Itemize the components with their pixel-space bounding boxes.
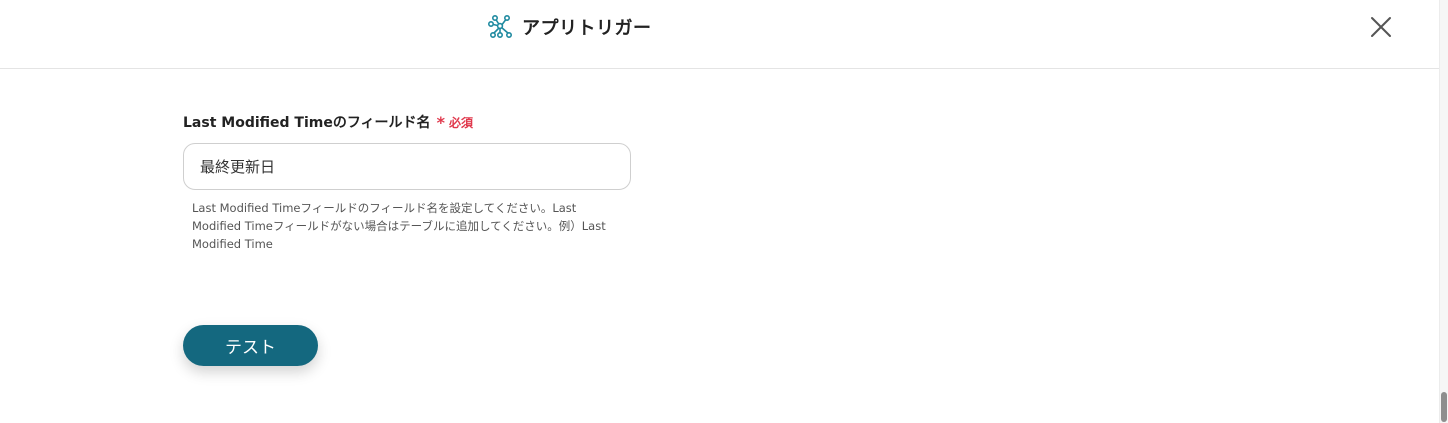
modal-header: アプリトリガー	[0, 0, 1439, 69]
field-help-text: Last Modified Timeフィールドのフィールド名を設定してください。…	[192, 201, 606, 251]
test-button[interactable]: テスト	[183, 325, 318, 366]
app-trigger-icon	[488, 14, 512, 38]
header-title: アプリトリガー	[522, 18, 652, 39]
modal-page: アプリトリガー Last Modified Timeのフィールド名 * 必須 L…	[0, 0, 1448, 423]
close-button[interactable]	[1367, 13, 1395, 41]
scrollbar-track[interactable]	[1439, 0, 1448, 423]
scrollbar-thumb[interactable]	[1441, 392, 1447, 422]
required-asterisk: *	[436, 112, 445, 132]
close-icon	[1371, 17, 1391, 37]
header-title-group: アプリトリガー	[488, 13, 652, 41]
field-label-row: Last Modified Timeのフィールド名 * 必須	[183, 112, 473, 132]
field-label: Last Modified Timeのフィールド名	[183, 115, 431, 131]
field-name-input[interactable]	[183, 143, 631, 190]
required-badge: 必須	[448, 115, 473, 130]
